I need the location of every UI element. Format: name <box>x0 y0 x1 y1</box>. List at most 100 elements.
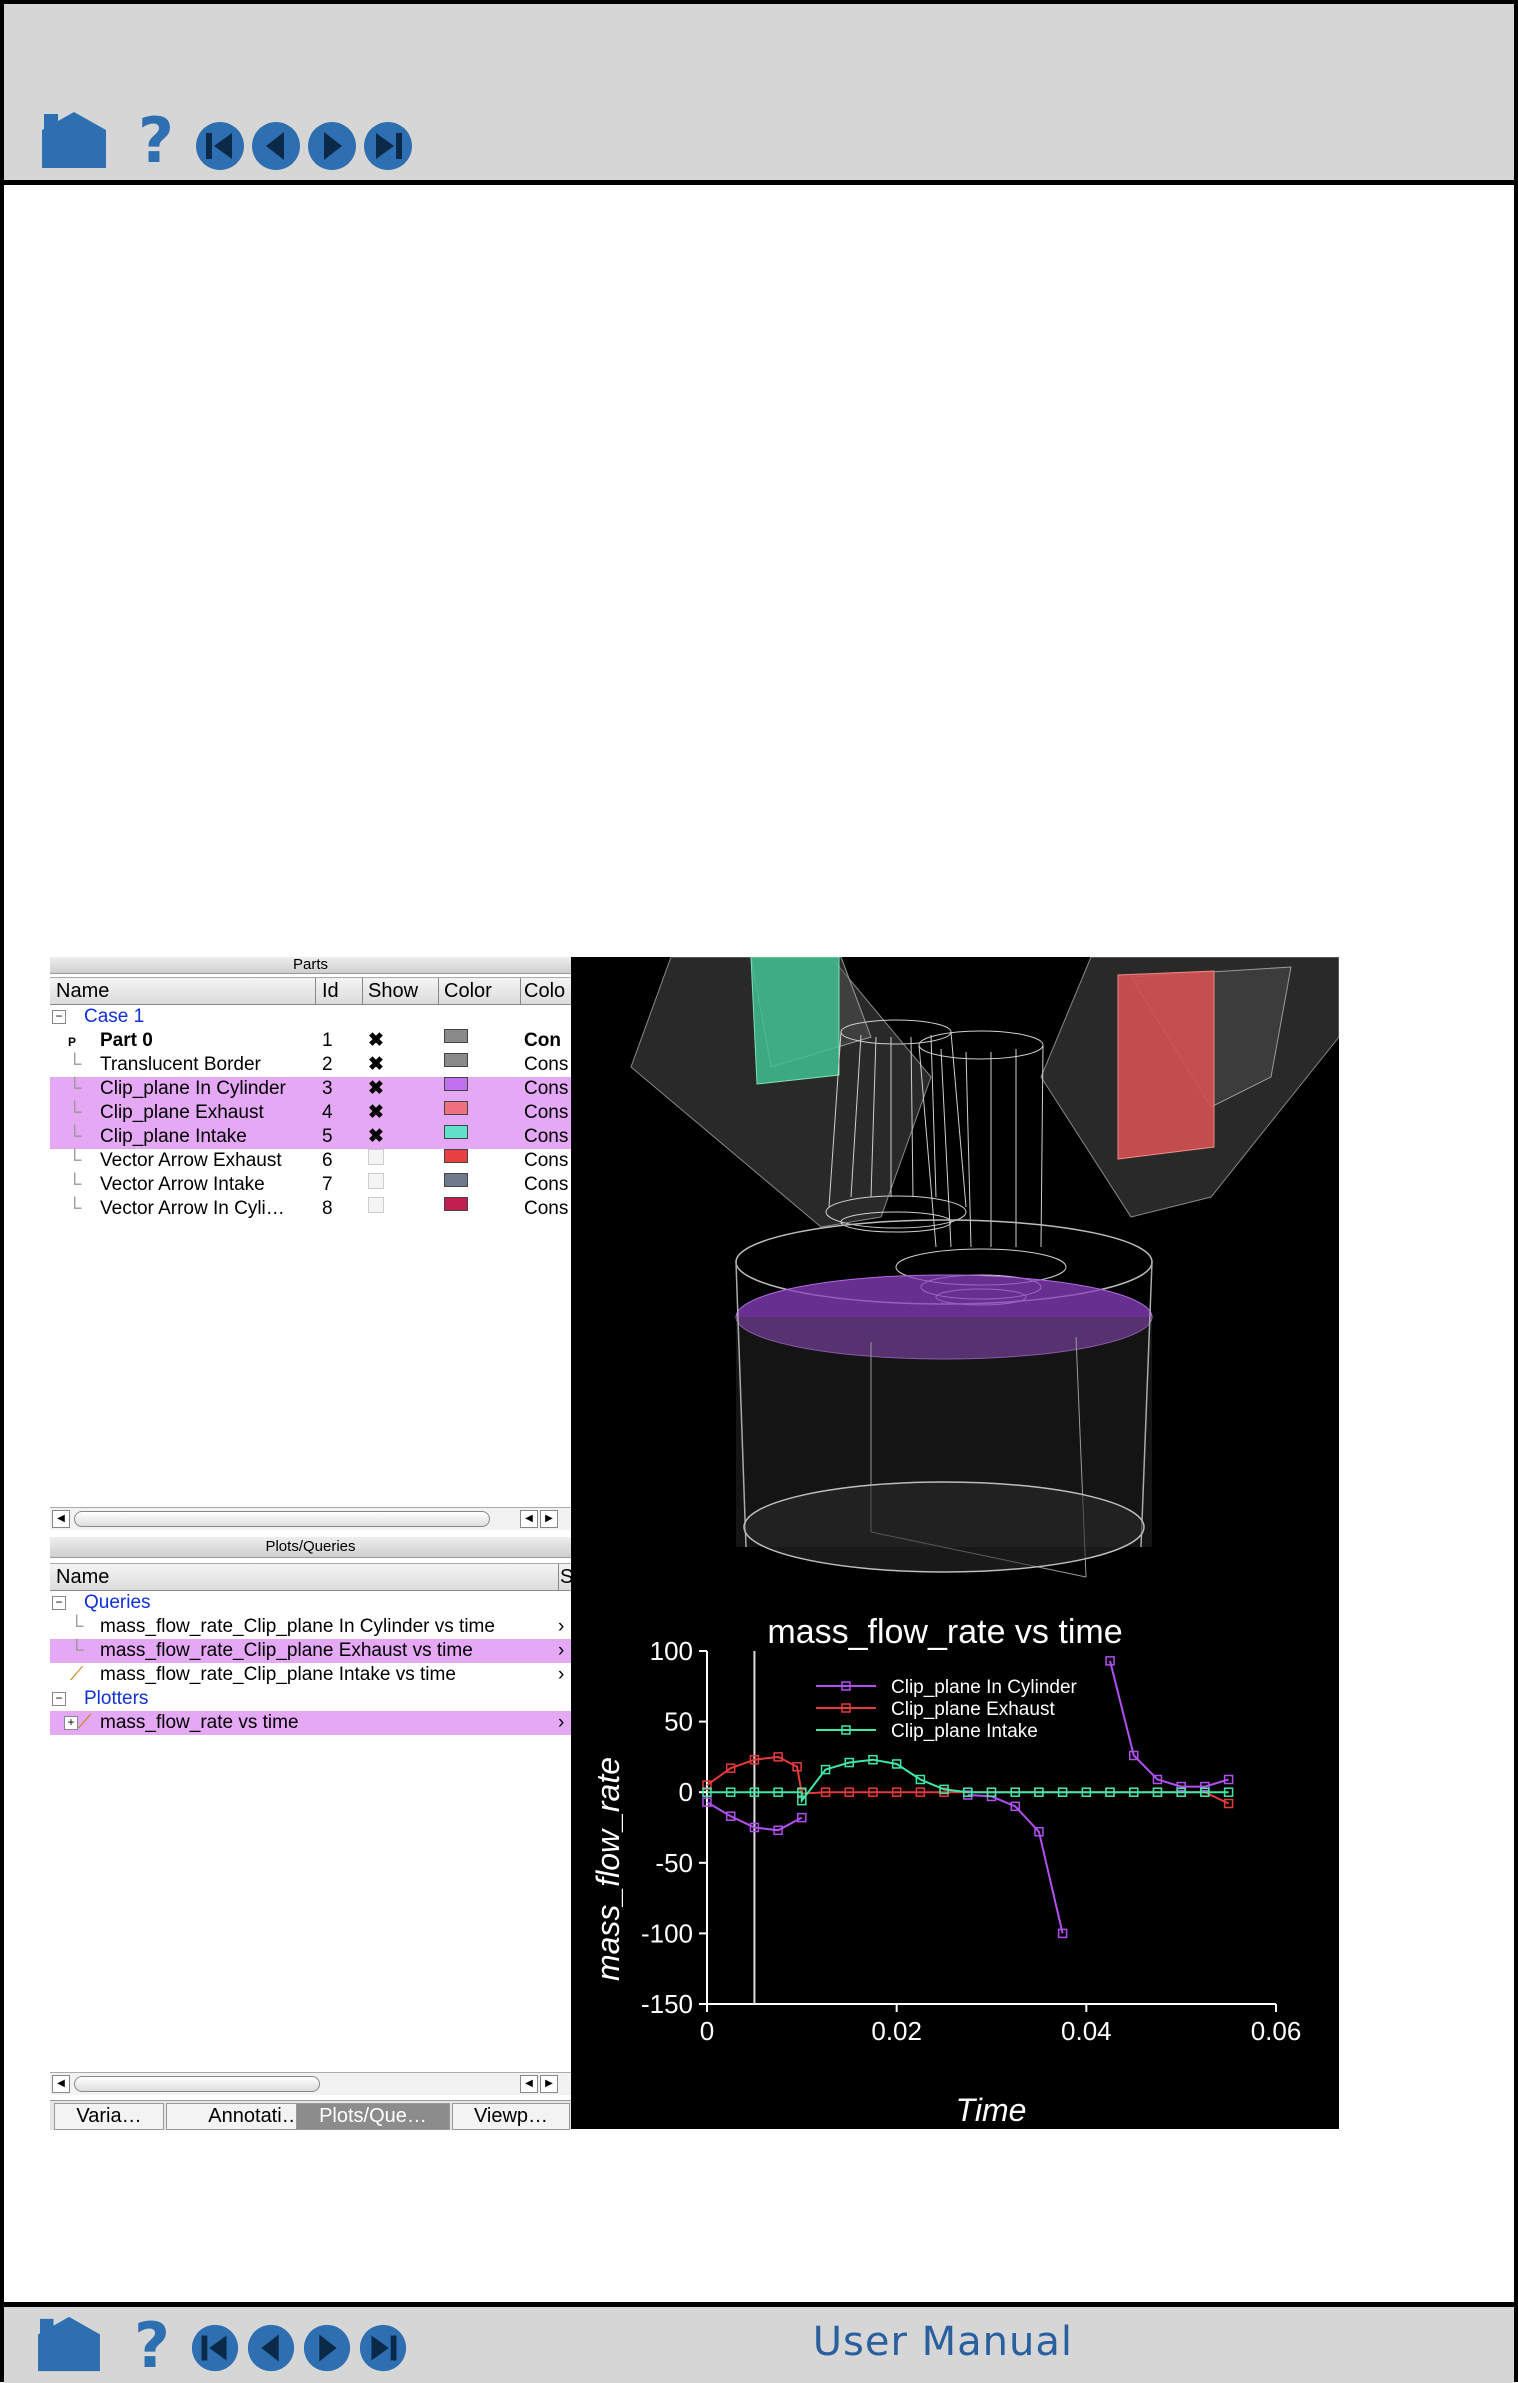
help-icon[interactable]: ? <box>136 104 176 177</box>
home-icon[interactable] <box>36 2315 102 2378</box>
part-color-mode: Cons <box>524 1078 569 1099</box>
tab-viewports[interactable]: Viewp… <box>452 2103 570 2130</box>
help-icon[interactable]: ? <box>132 2309 172 2382</box>
part-color-swatch[interactable] <box>444 1173 468 1187</box>
part-color-mode: Con <box>524 1030 561 1051</box>
visibility-checkbox[interactable] <box>368 1149 384 1165</box>
plotters-group-row[interactable]: − Plotters <box>50 1687 571 1711</box>
collapse-icon[interactable]: − <box>52 1692 66 1706</box>
part-id: 2 <box>322 1054 333 1075</box>
y-tick-label: -50 <box>655 1848 693 1878</box>
chart-title: mass_flow_rate vs time <box>767 1613 1122 1651</box>
scroll-thumb[interactable] <box>74 2076 320 2092</box>
expand-icon[interactable]: + <box>64 1716 78 1730</box>
visible-check-icon[interactable]: ✖ <box>368 1077 384 1101</box>
parts-panel-title: Parts <box>50 957 571 974</box>
part-color-swatch[interactable] <box>444 1053 468 1067</box>
next-page-icon[interactable] <box>306 120 358 177</box>
x-tick-label: 0.02 <box>871 2016 922 2046</box>
tree-line: P <box>68 1035 77 1049</box>
previous-page-icon[interactable] <box>250 120 302 177</box>
part-id: 1 <box>322 1030 333 1051</box>
part-color-swatch[interactable] <box>444 1101 468 1115</box>
part-color-swatch[interactable] <box>444 1197 468 1211</box>
part-color-mode: Cons <box>524 1102 569 1123</box>
queries-group-row[interactable]: − Queries <box>50 1591 571 1615</box>
previous-page-icon[interactable] <box>246 2323 296 2378</box>
column-color-mode[interactable]: Colo <box>524 980 565 1003</box>
legend-label: Clip_plane In Cylinder <box>891 1677 1078 1698</box>
first-page-icon[interactable] <box>190 2323 240 2378</box>
plots-horizontal-scrollbar[interactable]: ◀ ◀ ▶ <box>50 2072 571 2095</box>
query-row[interactable]: └ mass_flow_rate_Clip_plane Exhaust vs ti… <box>50 1639 571 1663</box>
parts-table-header: Name Id Show Color Colo <box>50 977 571 1005</box>
scroll-left-icon[interactable]: ◀ <box>52 2075 70 2093</box>
parts-horizontal-scrollbar[interactable]: ◀ ◀ ▶ <box>50 1507 571 1530</box>
y-axis-label: mass_flow_rate <box>590 1757 626 1981</box>
scroll-thumb[interactable] <box>74 1511 490 1527</box>
part-row[interactable]: └ Translucent Border 2 ✖ Cons <box>50 1053 571 1077</box>
part-color-mode: Cons <box>524 1126 569 1147</box>
home-icon[interactable] <box>40 110 108 175</box>
first-page-icon[interactable] <box>194 120 246 177</box>
y-tick-label: 100 <box>650 1636 693 1666</box>
part-row[interactable]: └ Clip_plane In Cylinder 3 ✖ Cons <box>50 1077 571 1101</box>
tab-variables[interactable]: Varia… <box>54 2103 164 2130</box>
case-row[interactable]: − Case 1 <box>50 1005 571 1029</box>
column-name[interactable]: Name <box>56 1566 109 1589</box>
part-color-swatch[interactable] <box>444 1077 468 1091</box>
plotter-row[interactable]: + ⟋ mass_flow_rate vs time › <box>50 1711 571 1735</box>
graphics-viewport[interactable]: mass_flow_rate vs time mass_flow_rate Ti… <box>571 957 1339 2129</box>
y-tick-label: 50 <box>664 1707 693 1737</box>
part-name: Clip_plane In Cylinder <box>100 1078 286 1099</box>
plots-panel-title: Plots/Queries <box>50 1537 571 1558</box>
part-name: Vector Arrow Intake <box>100 1174 265 1195</box>
part-row[interactable]: P Part 0 1 ✖ Con <box>50 1029 571 1053</box>
part-name: Part 0 <box>100 1030 153 1051</box>
scroll-right-icon[interactable]: ▶ <box>540 1510 558 1528</box>
scroll-left-icon[interactable]: ◀ <box>520 2075 538 2093</box>
last-page-icon[interactable] <box>362 120 414 177</box>
series-line <box>707 1758 1229 1804</box>
plotter-name: mass_flow_rate vs time <box>100 1712 299 1733</box>
scroll-left-icon[interactable]: ◀ <box>520 1510 538 1528</box>
visibility-checkbox[interactable] <box>368 1173 384 1189</box>
scroll-right-icon[interactable]: ▶ <box>540 2075 558 2093</box>
visible-check-icon[interactable]: ✖ <box>368 1053 384 1077</box>
column-color[interactable]: Color <box>444 980 492 1003</box>
part-name: Translucent Border <box>100 1054 261 1075</box>
top-nav-bar: ? <box>4 4 1514 185</box>
visible-check-icon[interactable]: ✖ <box>368 1029 384 1053</box>
part-color-swatch[interactable] <box>444 1125 468 1139</box>
tab-plots-queries[interactable]: Plots/Que… <box>296 2103 450 2130</box>
part-color-swatch[interactable] <box>444 1149 468 1163</box>
column-show[interactable]: Show <box>368 980 418 1003</box>
tree-line: └ <box>68 1174 82 1195</box>
visible-check-icon[interactable]: ✖ <box>368 1125 384 1149</box>
part-row[interactable]: └ Vector Arrow Exhaust 6 Cons <box>50 1149 571 1173</box>
part-row[interactable]: └ Clip_plane Intake 5 ✖ Cons <box>50 1125 571 1149</box>
collapse-icon[interactable]: − <box>52 1010 66 1024</box>
queries-label: Queries <box>84 1592 151 1613</box>
visibility-checkbox[interactable] <box>368 1197 384 1213</box>
tree-line: └ <box>68 1054 82 1075</box>
scroll-left-icon[interactable]: ◀ <box>52 1510 70 1528</box>
query-row[interactable]: ⟋ mass_flow_rate_Clip_plane Intake vs tim… <box>50 1663 571 1687</box>
part-row[interactable]: └ Clip_plane Exhaust 4 ✖ Cons <box>50 1101 571 1125</box>
mass-flow-rate-chart: mass_flow_rate vs time mass_flow_rate Ti… <box>590 1613 1301 2128</box>
last-page-icon[interactable] <box>358 2323 408 2378</box>
column-id[interactable]: Id <box>322 980 339 1003</box>
part-color-swatch[interactable] <box>444 1029 468 1043</box>
tree-line: └ <box>68 1078 82 1099</box>
collapse-icon[interactable]: − <box>52 1596 66 1610</box>
y-tick-label: -100 <box>641 1918 693 1948</box>
query-name: mass_flow_rate_Clip_plane In Cylinder vs… <box>100 1616 495 1637</box>
tree-line: └ <box>70 1616 84 1637</box>
part-row[interactable]: └ Vector Arrow Intake 7 Cons <box>50 1173 571 1197</box>
x-tick-label: 0.04 <box>1061 2016 1112 2046</box>
column-name[interactable]: Name <box>56 980 109 1003</box>
visible-check-icon[interactable]: ✖ <box>368 1101 384 1125</box>
part-row[interactable]: └ Vector Arrow In Cyli… 8 Cons <box>50 1197 571 1221</box>
next-page-icon[interactable] <box>302 2323 352 2378</box>
query-row[interactable]: └ mass_flow_rate_Clip_plane In Cylinder v… <box>50 1615 571 1639</box>
